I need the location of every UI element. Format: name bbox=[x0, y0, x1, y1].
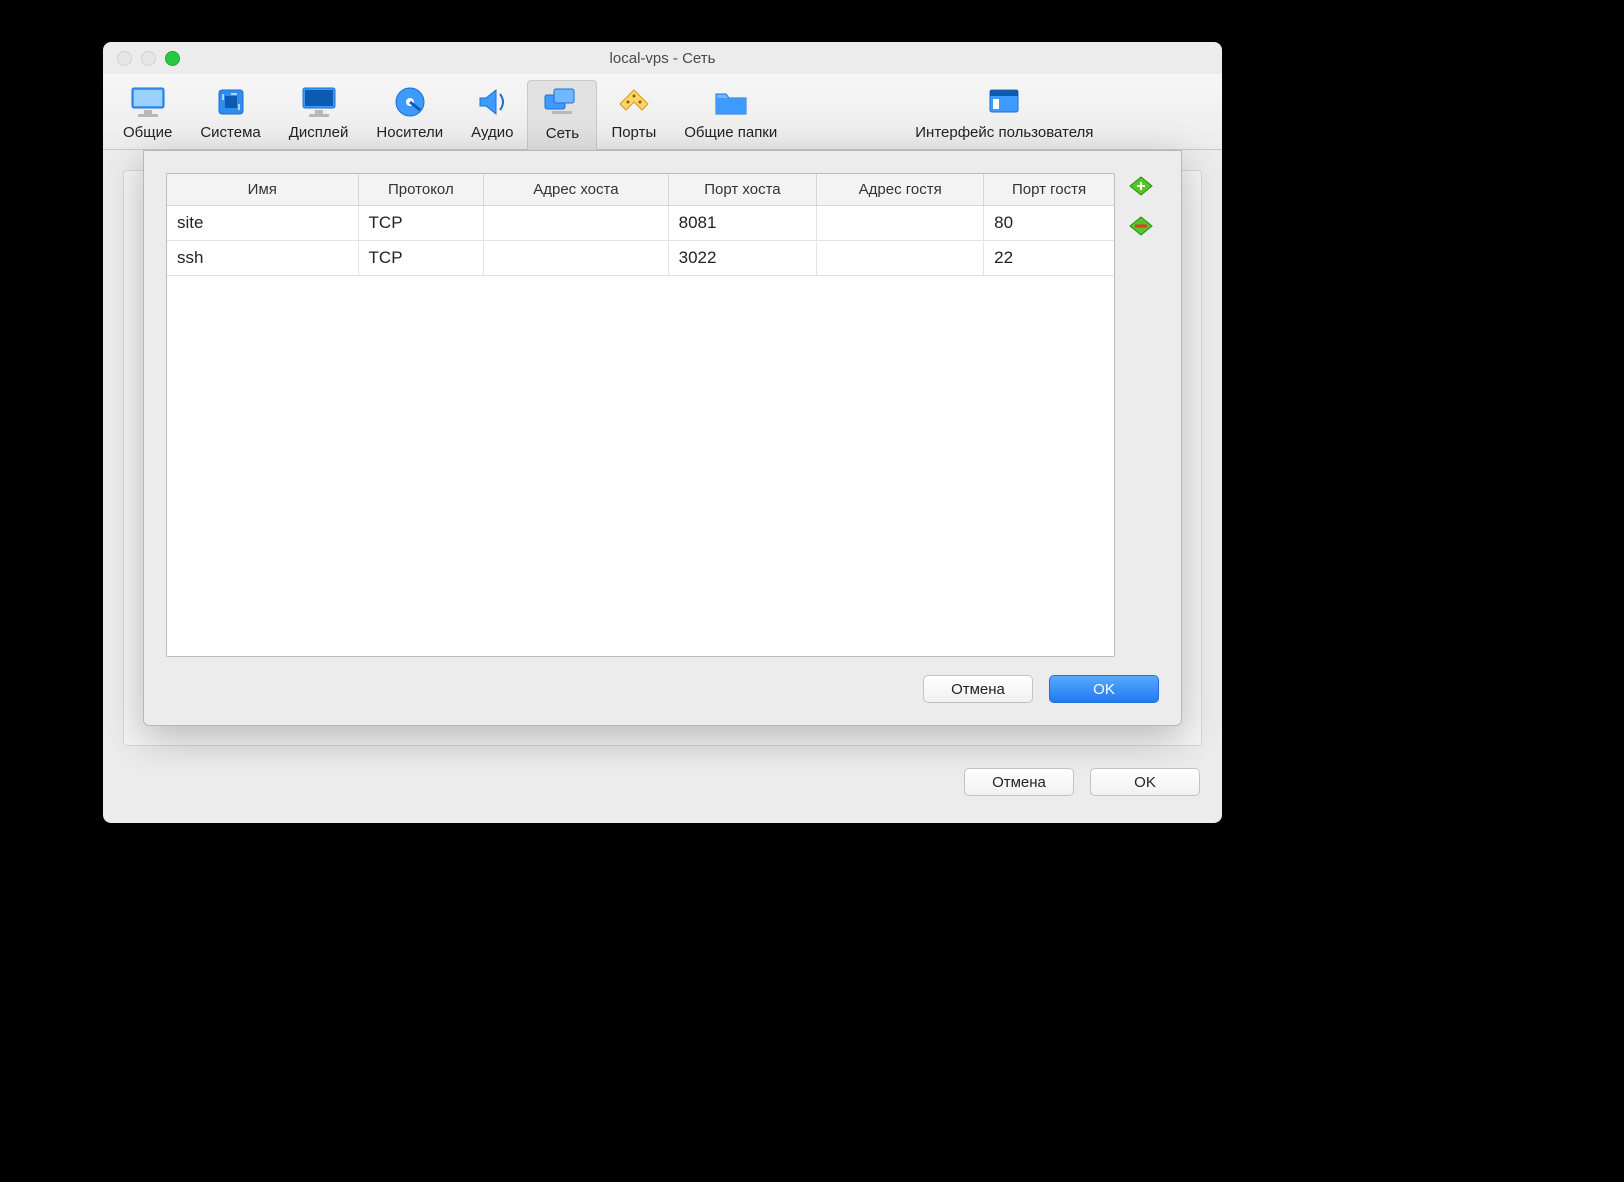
tab-label: Аудио bbox=[471, 124, 513, 141]
window-minimize-button[interactable] bbox=[141, 51, 156, 66]
cell-host-port[interactable]: 8081 bbox=[668, 206, 817, 241]
tab-storage[interactable]: Носители bbox=[362, 80, 457, 149]
col-header-host-addr[interactable]: Адрес хоста bbox=[484, 174, 668, 206]
cell-name[interactable]: ssh bbox=[167, 241, 358, 276]
tab-shared-folders[interactable]: Общие папки bbox=[670, 80, 791, 149]
display-icon bbox=[299, 84, 339, 120]
tab-label: Общие bbox=[123, 124, 172, 141]
cell-protocol[interactable]: TCP bbox=[358, 206, 484, 241]
tab-ports[interactable]: Порты bbox=[597, 80, 670, 149]
window-ok-button[interactable]: OK bbox=[1090, 768, 1200, 796]
port-forwarding-dialog: Имя Протокол Адрес хоста Порт хоста Адре… bbox=[143, 150, 1182, 726]
modal-cancel-button[interactable]: Отмена bbox=[923, 675, 1033, 703]
tab-audio[interactable]: Аудио bbox=[457, 80, 527, 149]
port-forwarding-table[interactable]: Имя Протокол Адрес хоста Порт хоста Адре… bbox=[166, 173, 1115, 657]
cell-guest-addr[interactable] bbox=[817, 206, 984, 241]
cell-protocol[interactable]: TCP bbox=[358, 241, 484, 276]
table-row[interactable]: ssh TCP 3022 22 bbox=[167, 241, 1114, 276]
settings-toolbar: Общие Система Дисплей Носители bbox=[103, 74, 1222, 150]
folder-icon bbox=[711, 84, 751, 120]
tab-label: Носители bbox=[376, 124, 443, 141]
serial-icon bbox=[614, 84, 654, 120]
cell-guest-addr[interactable] bbox=[817, 241, 984, 276]
col-header-guest-port[interactable]: Порт гостя bbox=[984, 174, 1114, 206]
monitor-icon bbox=[128, 84, 168, 120]
add-rule-button[interactable] bbox=[1128, 175, 1154, 197]
network-icon bbox=[542, 85, 582, 121]
cell-host-addr[interactable] bbox=[484, 241, 668, 276]
cell-host-port[interactable]: 3022 bbox=[668, 241, 817, 276]
tab-label: Сеть bbox=[546, 125, 579, 142]
modal-ok-button[interactable]: OK bbox=[1049, 675, 1159, 703]
cell-guest-port[interactable]: 80 bbox=[984, 206, 1114, 241]
col-header-name[interactable]: Имя bbox=[167, 174, 358, 206]
tab-label: Порты bbox=[611, 124, 656, 141]
settings-window: local-vps - Сеть Общие Система Дисплей bbox=[103, 42, 1222, 823]
table-row[interactable]: site TCP 8081 80 bbox=[167, 206, 1114, 241]
tab-general[interactable]: Общие bbox=[109, 80, 186, 149]
table-header-row: Имя Протокол Адрес хоста Порт хоста Адре… bbox=[167, 174, 1114, 206]
titlebar[interactable]: local-vps - Сеть bbox=[103, 42, 1222, 74]
tab-label: Общие папки bbox=[684, 124, 777, 141]
tab-label: Интерфейс пользователя bbox=[915, 124, 1093, 141]
tab-system[interactable]: Система bbox=[186, 80, 274, 149]
cell-name[interactable]: site bbox=[167, 206, 358, 241]
window-zoom-button[interactable] bbox=[165, 51, 180, 66]
tab-label: Дисплей bbox=[289, 124, 349, 141]
col-header-guest-addr[interactable]: Адрес гостя bbox=[817, 174, 984, 206]
window-cancel-button[interactable]: Отмена bbox=[964, 768, 1074, 796]
tab-display[interactable]: Дисплей bbox=[275, 80, 363, 149]
col-header-host-port[interactable]: Порт хоста bbox=[668, 174, 817, 206]
remove-rule-button[interactable] bbox=[1128, 215, 1154, 237]
speaker-icon bbox=[472, 84, 512, 120]
tab-user-interface[interactable]: Интерфейс пользователя bbox=[901, 80, 1107, 149]
tab-network[interactable]: Сеть bbox=[527, 80, 597, 150]
col-header-protocol[interactable]: Протокол bbox=[358, 174, 484, 206]
window-close-button[interactable] bbox=[117, 51, 132, 66]
chip-icon bbox=[211, 84, 251, 120]
window-title: local-vps - Сеть bbox=[103, 50, 1222, 67]
ui-icon bbox=[984, 84, 1024, 120]
disk-icon bbox=[390, 84, 430, 120]
tab-label: Система bbox=[200, 124, 260, 141]
cell-guest-port[interactable]: 22 bbox=[984, 241, 1114, 276]
cell-host-addr[interactable] bbox=[484, 206, 668, 241]
